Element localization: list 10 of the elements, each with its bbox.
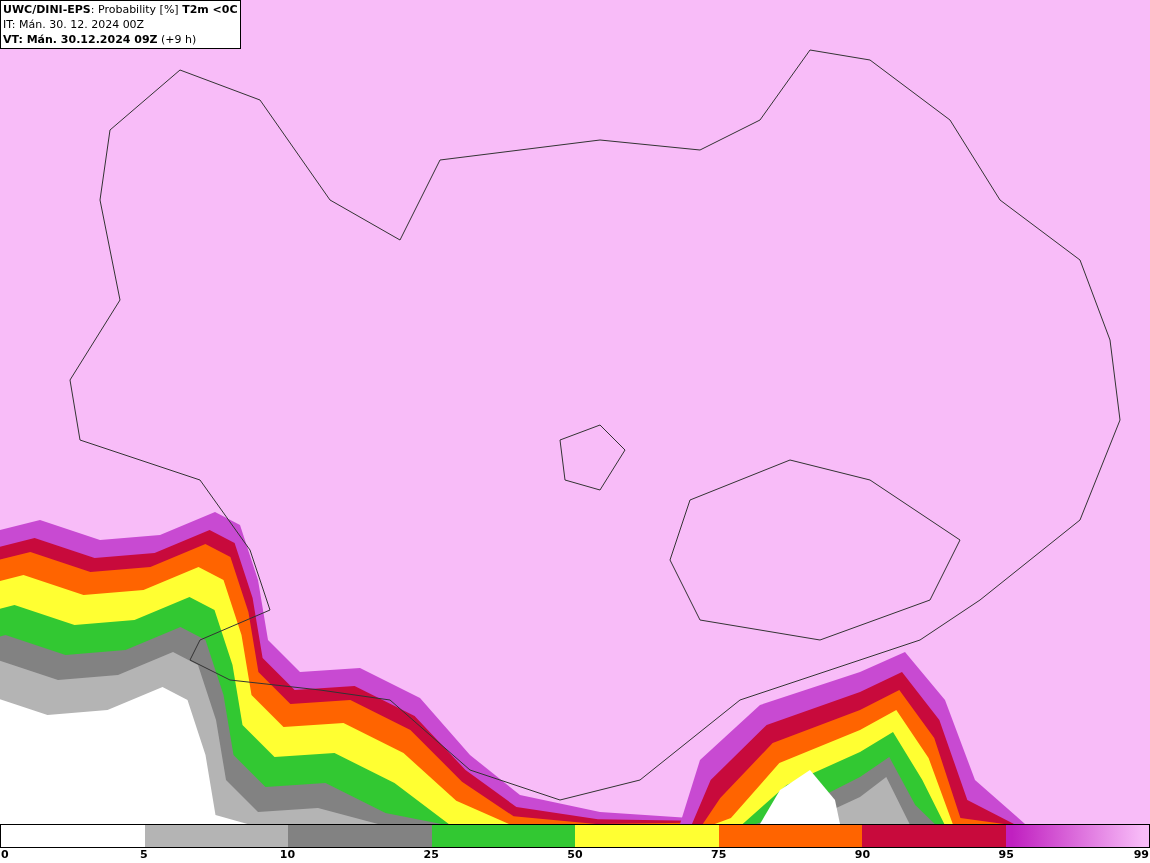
scale-label: 50	[567, 848, 583, 862]
scale-label: 25	[423, 848, 439, 862]
scale-label: 99	[1133, 848, 1149, 862]
scale-label: 90	[854, 848, 871, 862]
scale-label: 5	[139, 848, 148, 862]
plot-header: UWC/DINI-EPS: Probability [%] T2m <0C IT: Mán. 30. 12. 2024 00Z VT: Mán. 30.12.2024 09Z (+9 h)	[0, 0, 241, 49]
scale-label: 95	[998, 848, 1014, 862]
scale-label: 10	[279, 848, 296, 862]
scale-label: 75	[711, 848, 727, 862]
scale-label: 0	[1, 848, 9, 862]
